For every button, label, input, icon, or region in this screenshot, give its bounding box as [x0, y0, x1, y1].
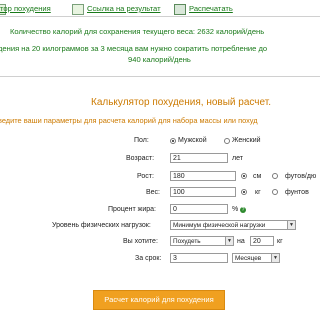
age-input[interactable]: 21: [170, 153, 228, 163]
goal-label: Вы хотите:: [123, 238, 158, 245]
goal-on-label: на: [237, 238, 245, 245]
height-label: Рост:: [137, 173, 154, 180]
link-icon: [72, 4, 84, 15]
fat-unit: %: [232, 206, 239, 213]
period-unit-value: Месяцев: [235, 255, 262, 262]
goal-select[interactable]: Похудеть ▼: [170, 236, 234, 246]
sex-male-label: Мужской: [178, 137, 207, 144]
activity-select[interactable]: Минимум физической нагрузки ▼: [170, 220, 296, 230]
sex-female-radio[interactable]: [224, 138, 230, 144]
chevron-down-icon: ▼: [225, 237, 233, 245]
height-cm-label: см: [253, 173, 262, 180]
diary-link[interactable]: тор похудения: [0, 4, 51, 13]
target-calories-text: 940 калорий/день: [128, 55, 191, 64]
weight-lb-label: фунтов: [285, 189, 309, 196]
top-divider: [0, 16, 320, 17]
weight-kg-radio[interactable]: [241, 189, 247, 195]
period-unit-select[interactable]: Месяцев ▼: [232, 253, 280, 263]
calculator-subtitle: ведите ваши параметры для расчета калори…: [0, 116, 258, 125]
goal-amount-input[interactable]: 20: [250, 236, 274, 246]
period-input[interactable]: 3: [170, 253, 228, 263]
print-link[interactable]: Распечатать: [189, 4, 233, 13]
weight-lb-radio[interactable]: [272, 189, 278, 195]
reduce-calories-text: дения на 20 килограммов за 3 месяца вам …: [0, 44, 268, 53]
goal-select-value: Похудеть: [173, 238, 201, 245]
result-link[interactable]: Ссылка на результат: [87, 4, 161, 13]
age-unit: лет: [232, 155, 243, 162]
print-icon: [174, 4, 186, 15]
height-ft-label: футов/дю: [285, 173, 317, 180]
activity-select-value: Минимум физической нагрузки: [173, 222, 266, 229]
chevron-down-icon: ▼: [287, 221, 295, 229]
height-cm-radio[interactable]: [241, 173, 247, 179]
help-icon[interactable]: ?: [240, 207, 246, 213]
maintain-calories-text: Количество калорий для сохранения текуще…: [10, 27, 265, 36]
fat-label: Процент жира:: [108, 206, 156, 213]
chevron-down-icon: ▼: [271, 254, 279, 262]
calculate-button[interactable]: Расчет калорий для похудения: [93, 290, 225, 310]
goal-amount-unit: кг: [277, 238, 283, 245]
middle-divider: [0, 76, 320, 77]
sex-female-label: Женский: [232, 137, 261, 144]
weight-input[interactable]: 100: [170, 187, 236, 197]
activity-label: Уровень физических нагрузок:: [52, 222, 151, 229]
weight-kg-label: кг: [255, 189, 261, 196]
sex-label: Пол:: [134, 137, 149, 144]
calculator-title: Калькулятор похудения, новый расчет.: [91, 97, 271, 108]
height-ft-radio[interactable]: [272, 173, 278, 179]
fat-input[interactable]: 0: [170, 204, 228, 214]
period-label: За срок:: [135, 255, 162, 262]
sex-male-radio[interactable]: [170, 138, 176, 144]
height-input[interactable]: 180: [170, 171, 236, 181]
age-label: Возраст:: [126, 155, 155, 162]
weight-label: Вес:: [146, 189, 161, 196]
